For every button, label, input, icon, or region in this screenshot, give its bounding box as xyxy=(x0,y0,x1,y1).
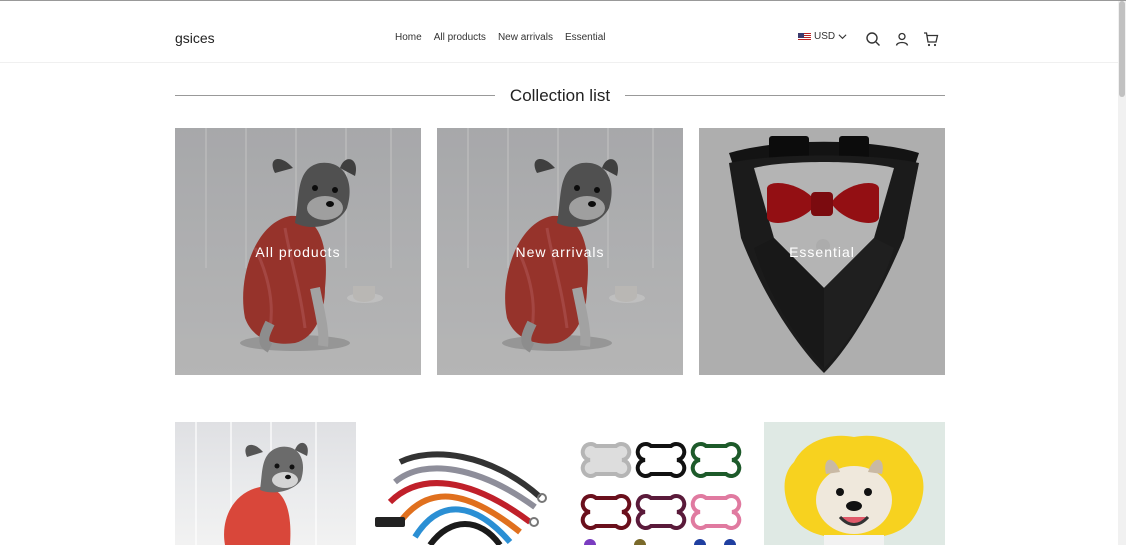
nav-all-products[interactable]: All products xyxy=(434,32,486,43)
bone-id-tags-image xyxy=(570,422,751,545)
us-flag-icon xyxy=(798,32,811,41)
collection-card-essential[interactable]: Essential xyxy=(699,128,945,375)
site-logo[interactable]: gsices xyxy=(175,30,215,46)
product-card[interactable] xyxy=(764,422,945,545)
nav-home[interactable]: Home xyxy=(395,32,422,43)
collection-label: Essential xyxy=(789,244,855,260)
page-scrollbar[interactable] xyxy=(1118,1,1126,545)
collection-label: All products xyxy=(255,244,341,260)
dog-sweater-image xyxy=(175,422,356,545)
collection-list-heading: Collection list xyxy=(175,85,945,107)
collection-label: New arrivals xyxy=(515,244,605,260)
main-nav: Home All products New arrivals Essential xyxy=(395,32,606,43)
nav-essential[interactable]: Essential xyxy=(565,32,606,43)
scrollbar-thumb[interactable] xyxy=(1119,1,1125,97)
product-card[interactable] xyxy=(370,422,551,545)
nav-new-arrivals[interactable]: New arrivals xyxy=(498,32,553,43)
currency-selector[interactable]: USD xyxy=(798,31,847,42)
heading-divider-right xyxy=(625,95,945,96)
site-header: gsices Home All products New arrivals Es… xyxy=(0,1,1118,63)
heading-divider-left xyxy=(175,95,495,96)
section-title: Collection list xyxy=(509,86,611,105)
search-icon[interactable] xyxy=(865,31,881,47)
dog-leash-image xyxy=(370,422,551,545)
collection-card-new-arrivals[interactable]: New arrivals xyxy=(437,128,683,375)
cart-icon[interactable] xyxy=(923,31,939,47)
product-card[interactable] xyxy=(175,422,356,545)
dog-flower-cone-image xyxy=(764,422,945,545)
currency-label: USD xyxy=(814,31,836,42)
product-card[interactable] xyxy=(570,422,751,545)
collection-card-all-products[interactable]: All products xyxy=(175,128,421,375)
account-icon[interactable] xyxy=(894,31,910,47)
chevron-down-icon xyxy=(838,34,847,40)
